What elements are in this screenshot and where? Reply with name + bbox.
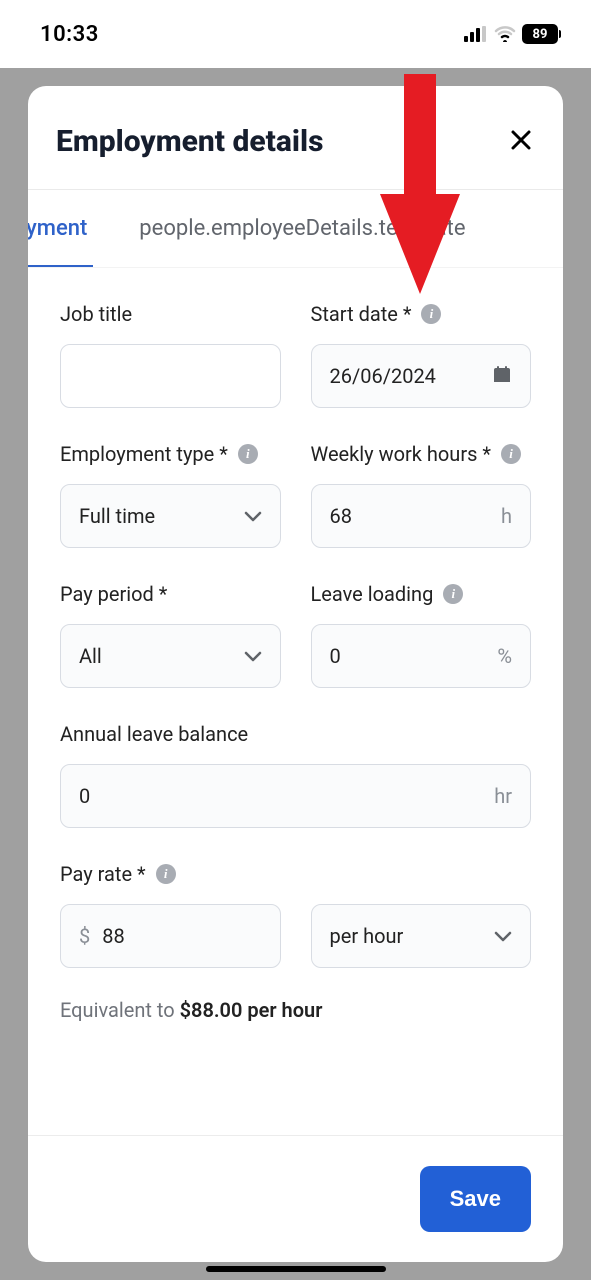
start-date-label: Start date * bbox=[311, 302, 412, 326]
annual-leave-unit: hr bbox=[494, 784, 512, 808]
pay-period-label: Pay period * bbox=[60, 582, 167, 606]
home-indicator[interactable] bbox=[206, 1266, 386, 1272]
field-leave-loading: Leave loading i 0 % bbox=[311, 578, 532, 688]
pay-rate-unit-value: per hour bbox=[330, 924, 495, 948]
tab-employment[interactable]: yment bbox=[28, 190, 93, 267]
pay-rate-input[interactable]: $ 88 bbox=[60, 904, 281, 968]
equivalent-amount: $88.00 per hour bbox=[180, 998, 323, 1022]
job-title-label: Job title bbox=[60, 302, 132, 326]
field-pay-rate: Pay rate * i $ 88 bbox=[60, 858, 281, 968]
pay-rate-value: 88 bbox=[102, 924, 261, 948]
field-start-date: Start date * i 26/06/2024 bbox=[311, 298, 532, 408]
job-title-input[interactable] bbox=[60, 344, 281, 408]
close-button[interactable] bbox=[507, 128, 535, 156]
modal-title: Employment details bbox=[56, 124, 324, 159]
tabs: yment people.employeeDetails.template bbox=[28, 189, 563, 268]
annual-leave-label: Annual leave balance bbox=[60, 722, 248, 746]
field-pay-period: Pay period * All bbox=[60, 578, 281, 688]
pay-period-select[interactable]: All bbox=[60, 624, 281, 688]
employment-details-modal: Employment details yment people.employee… bbox=[28, 86, 563, 1262]
modal-header: Employment details bbox=[28, 86, 563, 189]
field-employment-type: Employment type * i Full time bbox=[60, 438, 281, 548]
leave-loading-label: Leave loading bbox=[311, 582, 434, 606]
close-icon bbox=[509, 128, 533, 155]
form: Job title Start date * i 26/06/2024 bbox=[28, 268, 563, 1135]
info-icon[interactable]: i bbox=[443, 584, 463, 604]
equivalent-prefix: Equivalent to bbox=[60, 998, 180, 1022]
weekly-hours-label: Weekly work hours * bbox=[311, 442, 492, 466]
status-icons: 89 bbox=[464, 24, 561, 44]
employment-type-select[interactable]: Full time bbox=[60, 484, 281, 548]
info-icon[interactable]: i bbox=[501, 444, 521, 464]
field-pay-rate-unit: per hour bbox=[311, 858, 532, 968]
modal-footer: Save bbox=[28, 1135, 563, 1262]
status-time: 10:33 bbox=[40, 22, 99, 47]
start-date-value: 26/06/2024 bbox=[330, 364, 493, 388]
employment-type-value: Full time bbox=[79, 504, 244, 528]
chevron-down-icon bbox=[244, 504, 262, 528]
battery-level: 89 bbox=[522, 24, 558, 44]
weekly-hours-unit: h bbox=[501, 504, 512, 528]
tab-template[interactable]: people.employeeDetails.template bbox=[133, 190, 471, 267]
leave-loading-unit: % bbox=[497, 644, 512, 668]
equivalent-text: Equivalent to $88.00 per hour bbox=[60, 998, 531, 1022]
field-annual-leave: Annual leave balance 0 hr bbox=[60, 718, 531, 828]
start-date-input[interactable]: 26/06/2024 bbox=[311, 344, 532, 408]
pay-rate-unit-select[interactable]: per hour bbox=[311, 904, 532, 968]
field-job-title: Job title bbox=[60, 298, 281, 408]
modal-backdrop: Employment details yment people.employee… bbox=[0, 68, 591, 1280]
chevron-down-icon bbox=[494, 924, 512, 948]
employment-type-label: Employment type * bbox=[60, 442, 228, 466]
annual-leave-value: 0 bbox=[79, 784, 494, 808]
chevron-down-icon bbox=[244, 644, 262, 668]
leave-loading-value: 0 bbox=[330, 644, 498, 668]
pay-rate-prefix: $ bbox=[79, 924, 90, 948]
calendar-icon bbox=[492, 364, 512, 389]
field-weekly-hours: Weekly work hours * i 68 h bbox=[311, 438, 532, 548]
status-bar: 10:33 89 bbox=[0, 0, 591, 68]
weekly-hours-value: 68 bbox=[330, 504, 501, 528]
info-icon[interactable]: i bbox=[156, 864, 176, 884]
annual-leave-input[interactable]: 0 hr bbox=[60, 764, 531, 828]
wifi-icon bbox=[494, 26, 516, 42]
info-icon[interactable]: i bbox=[238, 444, 258, 464]
pay-period-value: All bbox=[79, 644, 244, 668]
pay-rate-label: Pay rate * bbox=[60, 862, 146, 886]
weekly-hours-input[interactable]: 68 h bbox=[311, 484, 532, 548]
battery-icon: 89 bbox=[522, 24, 561, 44]
info-icon[interactable]: i bbox=[421, 304, 441, 324]
save-button[interactable]: Save bbox=[420, 1166, 531, 1232]
leave-loading-input[interactable]: 0 % bbox=[311, 624, 532, 688]
cellular-signal-icon bbox=[464, 26, 488, 42]
